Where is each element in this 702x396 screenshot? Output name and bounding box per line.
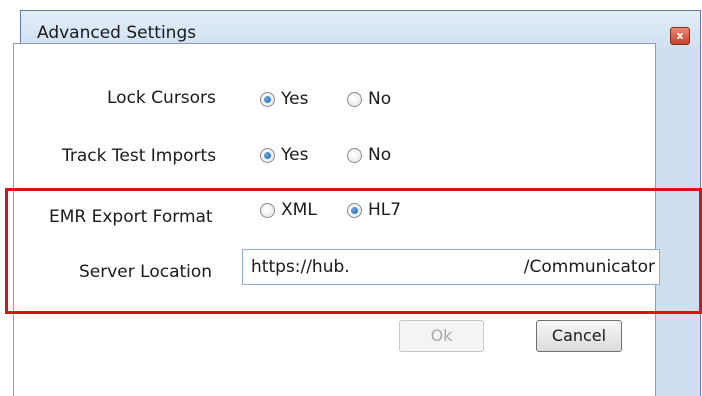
server-location-input[interactable]: https://hub. /Communicator [242, 249, 660, 285]
cancel-button[interactable]: Cancel [536, 320, 622, 352]
track-test-imports-no-label[interactable]: No [368, 145, 391, 165]
lock-cursors-no-label[interactable]: No [368, 89, 391, 109]
server-location-value-end: /Communicator [523, 257, 655, 277]
lock-cursors-label: Lock Cursors [107, 88, 216, 108]
ok-button[interactable]: Ok [399, 320, 484, 352]
track-test-imports-no-radio[interactable] [347, 148, 362, 163]
lock-cursors-yes-radio[interactable] [260, 92, 275, 107]
server-location-label: Server Location [79, 262, 213, 282]
emr-export-format-hl7-label[interactable]: HL7 [368, 200, 401, 220]
track-test-imports-label: Track Test Imports [62, 146, 217, 166]
lock-cursors-no-radio[interactable] [347, 92, 362, 107]
emr-export-format-xml-label[interactable]: XML [281, 200, 317, 220]
emr-export-format-hl7-radio[interactable] [347, 203, 362, 218]
window-title: Advanced Settings [37, 23, 197, 43]
lock-cursors-yes-label[interactable]: Yes [281, 89, 308, 109]
emr-export-format-label: EMR Export Format [49, 207, 213, 227]
close-button[interactable]: x [670, 27, 690, 45]
close-icon: x [676, 29, 684, 42]
track-test-imports-yes-radio[interactable] [260, 148, 275, 163]
screenshot-stage: Advanced Settings x Lock Cursors Yes No … [0, 0, 702, 396]
server-location-value-start: https://hub. [251, 257, 350, 277]
emr-export-format-xml-radio[interactable] [260, 203, 275, 218]
track-test-imports-yes-label[interactable]: Yes [281, 145, 308, 165]
